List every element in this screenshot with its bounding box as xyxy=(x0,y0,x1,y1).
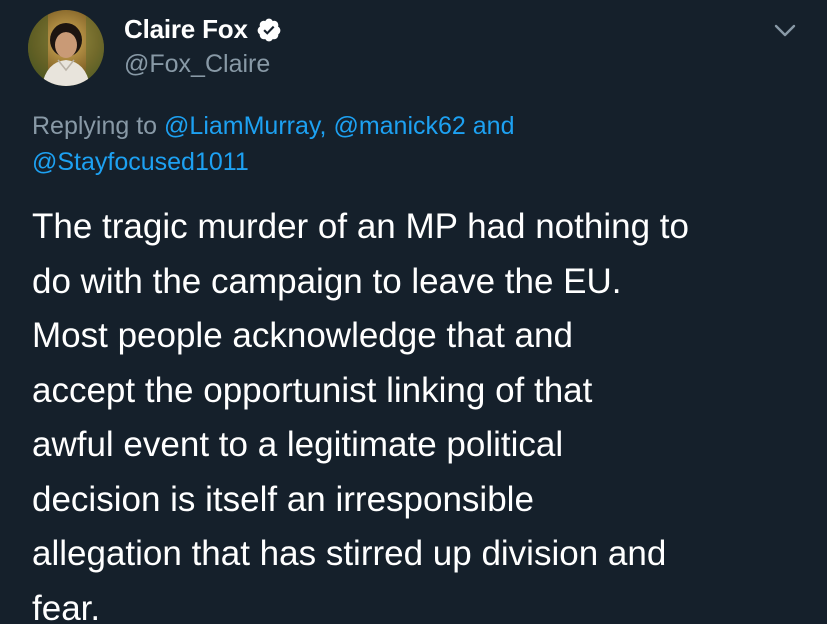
reply-prefix: Replying to xyxy=(32,112,165,140)
reply-context: Replying to @LiamMurray, @manick62 and @S… xyxy=(32,108,792,180)
author-handle[interactable]: @Fox_Claire xyxy=(124,50,270,79)
avatar-photo xyxy=(28,10,104,86)
mention-separator: , xyxy=(319,112,334,140)
tweet-text-line: fear. xyxy=(32,588,101,624)
tweet-text-line: awful event to a legitimate political xyxy=(32,425,564,464)
tweet-text-line: decision is itself an irresponsible xyxy=(32,479,534,519)
verified-badge-icon xyxy=(256,17,282,43)
author-display-name[interactable]: Claire Fox xyxy=(124,14,248,45)
tweet-card: Claire Fox @Fox_Claire Replying to @Liam… xyxy=(0,0,827,624)
mention-link-manick62[interactable]: @manick62 xyxy=(333,112,465,140)
chevron-down-icon[interactable] xyxy=(770,18,800,42)
tweet-text-line: Most people acknowledge that and xyxy=(32,316,573,355)
mention-and[interactable]: and xyxy=(466,112,515,140)
avatar[interactable] xyxy=(28,10,104,86)
tweet-text-line: allegation that has stirred up division … xyxy=(32,534,667,573)
mention-link-stayfocused1011[interactable]: @Stayfocused1011 xyxy=(32,148,249,176)
author-name-row: Claire Fox xyxy=(124,14,282,45)
tweet-text: The tragic murder of an MP had nothing t… xyxy=(32,200,812,624)
mention-link-liammurray[interactable]: @LiamMurray xyxy=(164,112,320,140)
tweet-text-line: The tragic murder of an MP had nothing t… xyxy=(32,207,689,246)
tweet-text-line: do with the campaign to leave the EU. xyxy=(32,261,622,301)
tweet-text-line: accept the opportunist linking of that xyxy=(32,370,593,410)
